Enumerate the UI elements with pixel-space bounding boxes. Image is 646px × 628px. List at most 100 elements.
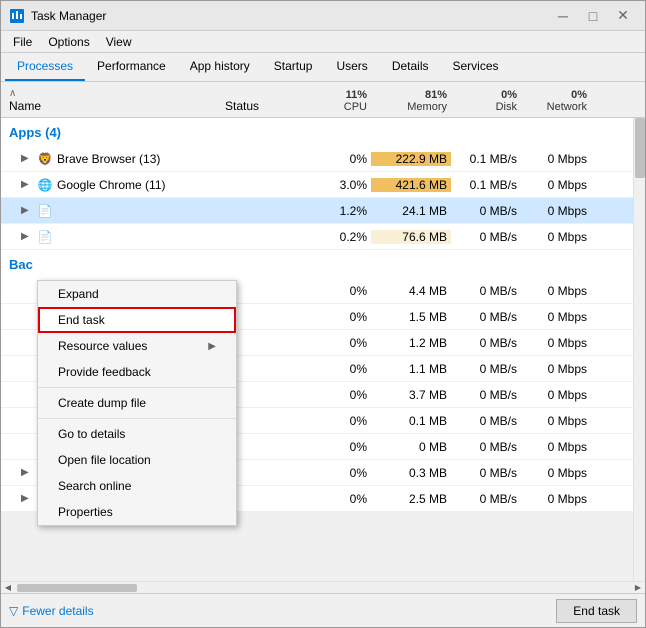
row-memory: 3.7 MB: [371, 388, 451, 402]
table-row[interactable]: ▶ 📄 1.2% 24.1 MB 0 MB/s 0 Mbps: [1, 198, 645, 224]
section-background-header: Bac: [1, 250, 645, 278]
scrollbar-thumb[interactable]: [635, 118, 645, 178]
col-status-header[interactable]: Status: [221, 82, 301, 117]
window-title: Task Manager: [31, 9, 549, 23]
submenu-arrow-icon: ▶: [208, 341, 216, 352]
app-icon: 📄: [37, 203, 53, 219]
chevron-down-icon: ▽: [9, 604, 18, 618]
row-network: 0 Mbps: [521, 230, 591, 244]
scroll-left-button[interactable]: ◀: [1, 583, 15, 592]
title-bar: Task Manager ─ □ ✕: [1, 1, 645, 31]
row-network: 0 Mbps: [521, 414, 591, 428]
brave-icon: 🦁: [37, 151, 53, 167]
row-memory: 2.5 MB: [371, 492, 451, 506]
tab-performance[interactable]: Performance: [85, 53, 178, 81]
row-cpu: 0%: [301, 362, 371, 376]
row-memory: 4.4 MB: [371, 284, 451, 298]
tab-services[interactable]: Services: [441, 53, 511, 81]
row-name-brave: ▶ 🦁 Brave Browser (13): [1, 151, 221, 167]
menu-view[interactable]: View: [98, 33, 140, 51]
row-network: 0 Mbps: [521, 178, 591, 192]
row-name-unknown: ▶ 📄: [1, 203, 221, 219]
horizontal-scrollbar[interactable]: ◀ ▶: [1, 581, 645, 593]
section-apps-header: Apps (4): [1, 118, 645, 146]
row-disk: 0 MB/s: [451, 284, 521, 298]
row-memory: 0 MB: [371, 440, 451, 454]
table-row[interactable]: ▶ 🌐 Google Chrome (11) 3.0% 421.6 MB 0.1…: [1, 172, 645, 198]
row-memory: 421.6 MB: [371, 178, 451, 192]
close-button[interactable]: ✕: [609, 4, 637, 28]
table-row[interactable]: ▶ 🦁 Brave Browser (13) 0% 222.9 MB 0.1 M…: [1, 146, 645, 172]
sort-arrow-icon: ∧: [9, 88, 213, 99]
section-background-title: Bac: [1, 257, 33, 272]
ctx-go-to-details[interactable]: Go to details: [38, 421, 236, 447]
expand-icon[interactable]: ▶: [21, 467, 33, 478]
row-disk: 0 MB/s: [451, 440, 521, 454]
tab-users[interactable]: Users: [324, 53, 379, 81]
tab-startup[interactable]: Startup: [262, 53, 325, 81]
row-disk: 0.1 MB/s: [451, 178, 521, 192]
col-cpu-header[interactable]: 11% CPU: [301, 82, 371, 117]
vertical-scrollbar[interactable]: [633, 118, 645, 581]
row-disk: 0.1 MB/s: [451, 152, 521, 166]
table-row[interactable]: ▶ 📄 0.2% 76.6 MB 0 MB/s 0 Mbps: [1, 224, 645, 250]
tab-bar: Processes Performance App history Startu…: [1, 53, 645, 82]
app-icon: 📄: [37, 229, 53, 245]
row-disk: 0 MB/s: [451, 336, 521, 350]
scroll-right-button[interactable]: ▶: [631, 583, 645, 592]
row-disk: 0 MB/s: [451, 414, 521, 428]
row-disk: 0 MB/s: [451, 204, 521, 218]
col-memory-header[interactable]: 81% Memory: [371, 82, 451, 117]
scroll-thumb[interactable]: [17, 584, 137, 592]
row-cpu: 0%: [301, 284, 371, 298]
row-cpu: 0%: [301, 336, 371, 350]
ctx-resource-values[interactable]: Resource values ▶: [38, 333, 236, 359]
row-memory: 222.9 MB: [371, 152, 451, 166]
minimize-button[interactable]: ─: [549, 4, 577, 28]
tab-details[interactable]: Details: [380, 53, 441, 81]
end-task-button[interactable]: End task: [556, 599, 637, 623]
ctx-create-dump[interactable]: Create dump file: [38, 390, 236, 416]
menu-file[interactable]: File: [5, 33, 40, 51]
row-cpu: 0%: [301, 466, 371, 480]
expand-icon[interactable]: ▶: [21, 205, 33, 216]
row-network: 0 Mbps: [521, 152, 591, 166]
row-disk: 0 MB/s: [451, 310, 521, 324]
row-cpu: 0%: [301, 414, 371, 428]
ctx-expand[interactable]: Expand: [38, 281, 236, 307]
row-cpu: 1.2%: [301, 204, 371, 218]
col-name-header[interactable]: ∧ Name: [1, 82, 221, 117]
ctx-search-online[interactable]: Search online: [38, 473, 236, 499]
tab-processes[interactable]: Processes: [5, 53, 85, 81]
expand-icon[interactable]: ▶: [21, 231, 33, 242]
row-network: 0 Mbps: [521, 310, 591, 324]
row-network: 0 Mbps: [521, 362, 591, 376]
row-network: 0 Mbps: [521, 466, 591, 480]
tab-app-history[interactable]: App history: [178, 53, 262, 81]
maximize-button[interactable]: □: [579, 4, 607, 28]
row-network: 0 Mbps: [521, 336, 591, 350]
scroll-track[interactable]: [15, 583, 631, 593]
ctx-end-task[interactable]: End task: [38, 307, 236, 333]
row-cpu: 0.2%: [301, 230, 371, 244]
menu-bar: File Options View: [1, 31, 645, 53]
expand-icon[interactable]: ▶: [21, 153, 33, 164]
row-cpu: 0%: [301, 492, 371, 506]
col-network-header[interactable]: 0% Network: [521, 82, 591, 117]
ctx-properties[interactable]: Properties: [38, 499, 236, 525]
expand-icon[interactable]: ▶: [21, 493, 33, 504]
ctx-provide-feedback[interactable]: Provide feedback: [38, 359, 236, 385]
row-cpu: 0%: [301, 152, 371, 166]
ctx-open-file-location[interactable]: Open file location: [38, 447, 236, 473]
col-disk-header[interactable]: 0% Disk: [451, 82, 521, 117]
expand-icon[interactable]: ▶: [21, 179, 33, 190]
app-icon: [9, 8, 25, 24]
menu-options[interactable]: Options: [40, 33, 97, 51]
row-memory: 0.3 MB: [371, 466, 451, 480]
row-disk: 0 MB/s: [451, 466, 521, 480]
row-network: 0 Mbps: [521, 440, 591, 454]
fewer-details-button[interactable]: ▽ Fewer details: [9, 604, 94, 618]
row-memory: 1.2 MB: [371, 336, 451, 350]
row-cpu: 0%: [301, 388, 371, 402]
chrome-icon: 🌐: [37, 177, 53, 193]
